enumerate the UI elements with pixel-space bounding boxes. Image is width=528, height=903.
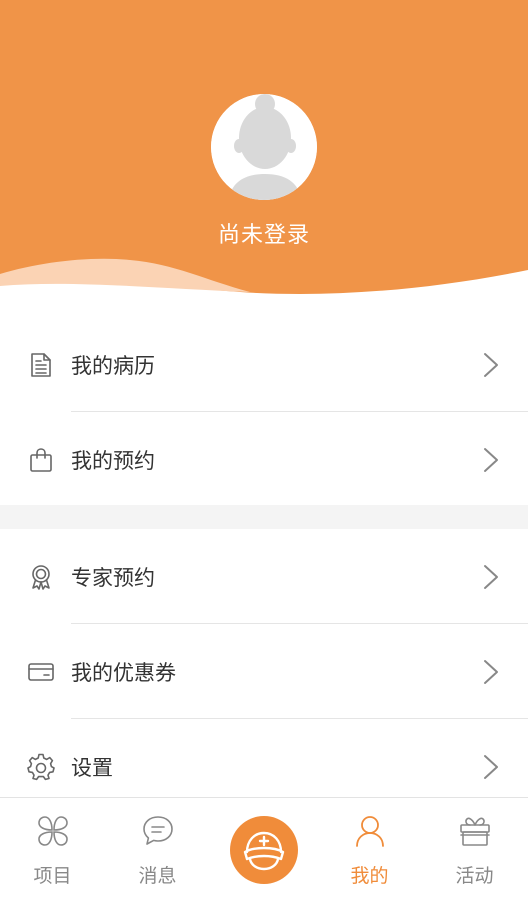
clover-icon xyxy=(36,814,70,848)
document-icon xyxy=(27,351,55,379)
login-status-text[interactable]: 尚未登录 xyxy=(0,217,528,249)
tab-mine[interactable]: 我的 xyxy=(317,798,422,903)
menu-item-label: 我的病历 xyxy=(71,353,155,378)
menu-item-my-coupons[interactable]: 我的优惠券 xyxy=(0,624,528,719)
menu-item-label: 设置 xyxy=(71,755,113,780)
chat-bubble-icon xyxy=(141,814,175,848)
tab-messages[interactable]: 消息 xyxy=(105,798,210,903)
chevron-right-icon xyxy=(482,446,500,474)
tab-label: 我的 xyxy=(350,865,389,887)
bottom-tab-bar: 项目 消息 我的 活动 xyxy=(0,797,528,903)
person-icon xyxy=(353,814,387,848)
tab-label: 消息 xyxy=(138,865,177,887)
menu-item-medical-records[interactable]: 我的病历 xyxy=(0,317,528,412)
tab-label: 活动 xyxy=(455,865,494,887)
tab-projects[interactable]: 项目 xyxy=(0,798,105,903)
gift-icon xyxy=(458,814,492,848)
award-badge-icon xyxy=(27,563,55,591)
tab-label: 项目 xyxy=(33,865,72,887)
nurse-cap-icon xyxy=(243,831,285,871)
menu-item-expert-appointment[interactable]: 专家预约 xyxy=(0,529,528,624)
tab-activities[interactable]: 活动 xyxy=(422,798,527,903)
menu-item-label: 专家预约 xyxy=(71,565,155,590)
menu-group-services: 专家预约 我的优惠券 设置 xyxy=(0,529,528,814)
menu-group-records: 我的病历 我的预约 xyxy=(0,317,528,507)
card-icon xyxy=(27,658,55,686)
user-avatar-icon[interactable] xyxy=(211,94,317,200)
chevron-right-icon xyxy=(482,753,500,781)
shopping-bag-icon xyxy=(27,446,55,474)
section-gap xyxy=(0,505,528,529)
center-action-button[interactable] xyxy=(230,816,298,884)
chevron-right-icon xyxy=(482,563,500,591)
chevron-right-icon xyxy=(482,658,500,686)
menu-item-label: 我的预约 xyxy=(71,448,155,473)
profile-header: 尚未登录 xyxy=(0,0,528,300)
chevron-right-icon xyxy=(482,351,500,379)
menu-item-label: 我的优惠券 xyxy=(71,660,176,685)
gear-icon xyxy=(27,753,55,781)
menu-item-my-appointments[interactable]: 我的预约 xyxy=(0,412,528,507)
